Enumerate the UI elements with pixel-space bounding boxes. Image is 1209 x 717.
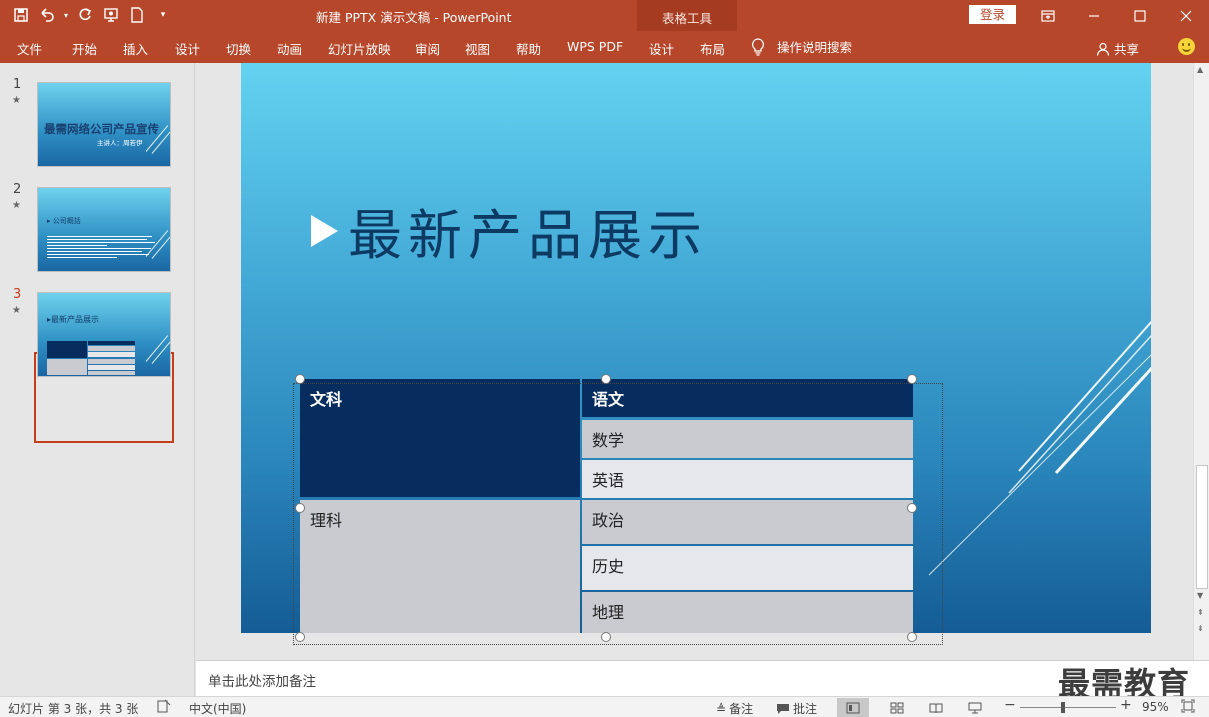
thumbnail-title: ▸最新产品展示 bbox=[47, 315, 100, 324]
comment-icon bbox=[777, 703, 789, 714]
slide-thumbnail-2[interactable]: ▸ 公司概括 bbox=[37, 187, 171, 272]
animation-star-icon: ★ bbox=[12, 305, 21, 316]
tell-me-search[interactable]: 操作说明搜索 bbox=[751, 37, 852, 56]
title-bar: ▾ ▾ 新建 PPTX 演示文稿 - PowerPoint 登录 bbox=[0, 0, 1209, 31]
thumbnail-subtitle: 主讲人：周若伊 bbox=[97, 139, 143, 147]
tab-slideshow[interactable]: 幻灯片放映 bbox=[328, 39, 391, 58]
spelling-check-icon[interactable] bbox=[157, 699, 171, 716]
zoom-in-icon[interactable]: + bbox=[1120, 697, 1132, 713]
person-icon bbox=[1096, 42, 1110, 56]
tab-file[interactable]: 文件 bbox=[17, 39, 42, 58]
thumbnail-number: 1 bbox=[13, 77, 22, 92]
ribbon-tabs: 文件 开始 插入 设计 切换 动画 幻灯片放映 审阅 视图 帮助 WPS PDF… bbox=[0, 31, 1209, 63]
resize-handle[interactable] bbox=[295, 503, 305, 513]
resize-handle[interactable] bbox=[295, 374, 305, 384]
resize-handle[interactable] bbox=[907, 503, 917, 513]
notes-icon: ≜ bbox=[716, 701, 727, 716]
new-file-icon[interactable] bbox=[126, 4, 148, 26]
vertical-scrollbar[interactable]: ▲ ▼ ⇞ ⇟ bbox=[1193, 63, 1209, 660]
thumbnail-number: 2 bbox=[13, 182, 22, 197]
minimize-icon[interactable] bbox=[1071, 0, 1117, 31]
tab-transitions[interactable]: 切换 bbox=[226, 39, 251, 58]
close-icon[interactable] bbox=[1163, 0, 1209, 31]
notes-button-label: 备注 bbox=[729, 702, 754, 716]
language-indicator[interactable]: 中文(中国) bbox=[189, 700, 246, 717]
slideshow-view-icon[interactable] bbox=[959, 698, 991, 717]
slide-counter: 幻灯片 第 3 张，共 3 张 bbox=[8, 702, 139, 716]
share-button[interactable]: 共享 bbox=[1096, 39, 1139, 58]
undo-icon[interactable] bbox=[36, 4, 58, 26]
resize-handle[interactable] bbox=[601, 374, 611, 384]
animation-star-icon: ★ bbox=[12, 200, 21, 211]
thumbnail-title: ▸ 公司概括 bbox=[47, 217, 81, 225]
scroll-up-icon[interactable]: ▲ bbox=[1197, 65, 1203, 74]
lightbulb-icon bbox=[752, 37, 764, 56]
tab-animations[interactable]: 动画 bbox=[277, 39, 302, 58]
zoom-out-icon[interactable]: − bbox=[1004, 697, 1016, 713]
login-button[interactable]: 登录 bbox=[969, 5, 1016, 24]
save-icon[interactable] bbox=[10, 4, 32, 26]
comments-button[interactable]: 批注 bbox=[776, 700, 817, 717]
resize-handle[interactable] bbox=[907, 632, 917, 642]
zoom-slider-handle[interactable] bbox=[1061, 702, 1065, 713]
tell-me-label: 操作说明搜索 bbox=[777, 40, 853, 55]
tab-wps-pdf[interactable]: WPS PDF bbox=[567, 39, 623, 54]
tab-review[interactable]: 审阅 bbox=[415, 39, 440, 58]
slide-thumbnail-1[interactable]: 最需网络公司产品宣传 主讲人：周若伊 bbox=[37, 82, 171, 167]
tab-table-layout[interactable]: 布局 bbox=[700, 39, 725, 58]
tab-design[interactable]: 设计 bbox=[175, 39, 200, 58]
tab-view[interactable]: 视图 bbox=[465, 39, 490, 58]
fit-slide-icon[interactable] bbox=[1181, 699, 1195, 716]
thumbnail-title-text: 最新产品展示 bbox=[51, 315, 100, 324]
zoom-level[interactable]: 95% bbox=[1142, 700, 1169, 714]
tab-insert[interactable]: 插入 bbox=[123, 39, 148, 58]
slide-editor: 最新产品展示 文科 语文 数学 英语 理科 政治 历史 地理 bbox=[196, 63, 1193, 660]
resize-handle[interactable] bbox=[601, 632, 611, 642]
animation-star-icon: ★ bbox=[12, 95, 21, 106]
zoom-slider-track[interactable] bbox=[1020, 707, 1116, 708]
thumbnail-title: 最需网络公司产品宣传 bbox=[44, 122, 159, 136]
normal-view-icon[interactable] bbox=[837, 698, 869, 717]
resize-handle[interactable] bbox=[295, 632, 305, 642]
tab-home[interactable]: 开始 bbox=[72, 39, 97, 58]
ribbon-display-options-icon[interactable] bbox=[1025, 0, 1071, 31]
tab-help[interactable]: 帮助 bbox=[516, 39, 541, 58]
comments-button-label: 批注 bbox=[793, 702, 818, 716]
slide-thumbnail-pane: 1 ★ 最需网络公司产品宣传 主讲人：周若伊 2 ★ ▸ 公司概括 3 ★ ▸最… bbox=[0, 63, 195, 696]
maximize-icon[interactable] bbox=[1117, 0, 1163, 31]
scroll-down-icon[interactable]: ▼ bbox=[1197, 591, 1203, 600]
notes-button[interactable]: ≜ 备注 bbox=[716, 700, 753, 717]
thumbnail-title-text: 公司概括 bbox=[52, 217, 81, 225]
feedback-smiley-icon[interactable] bbox=[1178, 38, 1195, 55]
table-selection-frame bbox=[293, 383, 943, 645]
next-slide-icon[interactable]: ⇟ bbox=[1197, 624, 1204, 633]
redo-icon[interactable] bbox=[74, 4, 96, 26]
share-label: 共享 bbox=[1114, 42, 1140, 57]
thumbnail-body-lines bbox=[47, 234, 157, 260]
document-title: 新建 PPTX 演示文稿 - PowerPoint bbox=[316, 10, 512, 25]
slideshow-from-start-icon[interactable] bbox=[100, 4, 122, 26]
status-bar: 幻灯片 第 3 张，共 3 张 中文(中国) ≜ 备注 批注 − + 95% bbox=[0, 696, 1209, 717]
scrollbar-thumb[interactable] bbox=[1196, 465, 1208, 589]
previous-slide-icon[interactable]: ⇞ bbox=[1197, 608, 1204, 617]
context-tab-label: 表格工具 bbox=[661, 11, 712, 26]
thumbnail-number-active: 3 bbox=[13, 287, 22, 302]
reading-view-icon[interactable] bbox=[920, 698, 952, 717]
thumbnail-table bbox=[47, 341, 135, 375]
slide-thumbnail-3[interactable]: ▸最新产品展示 bbox=[37, 292, 171, 377]
tab-table-design[interactable]: 设计 bbox=[649, 39, 674, 58]
dropdown-arrow-icon[interactable]: ▾ bbox=[62, 4, 70, 26]
quick-access-toolbar: ▾ ▾ bbox=[10, 4, 174, 26]
resize-handle[interactable] bbox=[907, 374, 917, 384]
customize-qat-icon[interactable]: ▾ bbox=[152, 4, 174, 26]
slide-sorter-view-icon[interactable] bbox=[881, 698, 913, 717]
notes-placeholder: 单击此处添加备注 bbox=[208, 674, 316, 690]
